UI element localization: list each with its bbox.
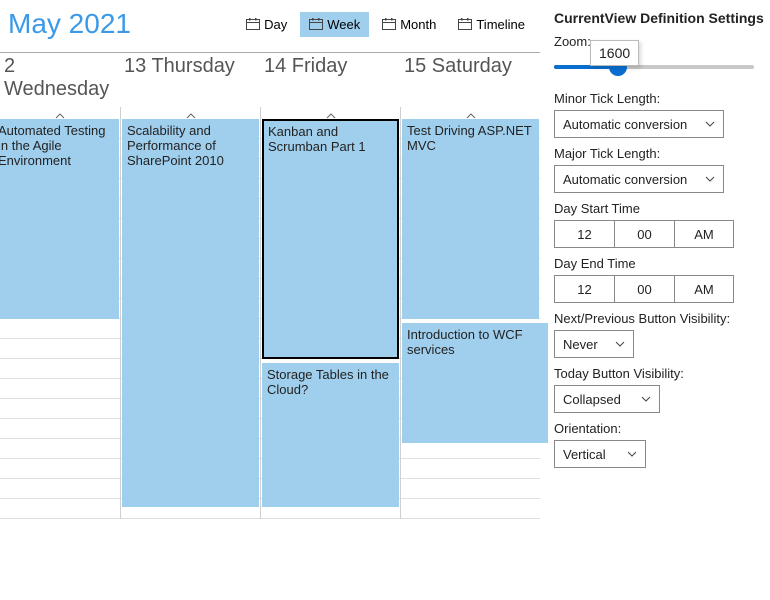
view-day-label: Day [264,17,287,32]
view-week-button[interactable]: Week [300,12,369,37]
calendar-event[interactable]: Test Driving ASP.NET MVC [402,119,539,319]
calendar-event-selected[interactable]: Kanban and Scrumban Part 1 [262,119,399,359]
today-visibility-label: Today Button Visibility: [554,366,770,381]
chevron-down-icon [641,396,651,402]
day-header[interactable]: 2 Wednesday [0,52,120,103]
calendar-icon [382,18,396,30]
calendar-header: May 2021 Day Week Month Timeline [0,0,540,48]
view-timeline-label: Timeline [476,17,525,32]
day-end-label: Day End Time [554,256,770,271]
day-start-label: Day Start Time [554,201,770,216]
chevron-down-icon [705,121,715,127]
nav-visibility-label: Next/Previous Button Visibility: [554,311,770,326]
calendar-icon [458,18,472,30]
calendar-pane: May 2021 Day Week Month Timeline [0,0,540,600]
dropdown-value: Collapsed [563,392,621,407]
ampm-field[interactable]: AM [674,220,734,248]
scroll-up-button[interactable] [260,107,400,119]
calendar-icon [309,18,323,30]
day-column[interactable]: Test Driving ASP.NET MVC Introduction to… [400,119,540,519]
major-tick-dropdown[interactable]: Automatic conversion [554,165,724,193]
calendar-event[interactable]: Scalability and Performance of SharePoin… [122,119,259,507]
day-headers-row: 2 Wednesday 13 Thursday 14 Friday 15 Sat… [0,48,540,103]
day-column[interactable]: Scalability and Performance of SharePoin… [120,119,260,519]
day-header[interactable]: 13 Thursday [120,52,260,80]
minute-field[interactable]: 00 [614,275,674,303]
dropdown-value: Never [563,337,598,352]
chevron-down-icon [615,341,625,347]
view-timeline-button[interactable]: Timeline [449,12,534,37]
app-root: May 2021 Day Week Month Timeline [0,0,770,600]
day-column[interactable]: Automated Testing in the Agile Environme… [0,119,120,519]
scroll-up-row [0,103,540,119]
scroll-up-button[interactable] [400,107,540,119]
chevron-down-icon [705,176,715,182]
orientation-dropdown[interactable]: Vertical [554,440,646,468]
zoom-slider[interactable] [554,53,754,83]
zoom-label: Zoom: [554,34,770,49]
day-header[interactable]: 14 Friday [260,52,400,80]
dropdown-value: Vertical [563,447,606,462]
view-month-button[interactable]: Month [373,12,445,37]
major-tick-label: Major Tick Length: [554,146,770,161]
calendar-icon [246,18,260,30]
calendar-title: May 2021 [8,8,131,40]
dropdown-value: Automatic conversion [563,172,687,187]
calendar-event[interactable]: Automated Testing in the Agile Environme… [0,119,119,319]
day-end-time-picker[interactable]: 12 00 AM [554,275,770,303]
today-visibility-dropdown[interactable]: Collapsed [554,385,660,413]
orientation-label: Orientation: [554,421,770,436]
dropdown-value: Automatic conversion [563,117,687,132]
calendar-event[interactable]: Introduction to WCF services [402,323,548,443]
ampm-field[interactable]: AM [674,275,734,303]
minor-tick-dropdown[interactable]: Automatic conversion [554,110,724,138]
day-header[interactable]: 15 Saturday [400,52,540,80]
hour-field[interactable]: 12 [554,275,614,303]
minute-field[interactable]: 00 [614,220,674,248]
view-switch: Day Week Month Timeline [237,12,534,37]
scroll-up-button[interactable] [120,107,260,119]
hour-field[interactable]: 12 [554,220,614,248]
view-day-button[interactable]: Day [237,12,296,37]
view-month-label: Month [400,17,436,32]
scroll-up-button[interactable] [0,107,120,119]
minor-tick-label: Minor Tick Length: [554,91,770,106]
view-week-label: Week [327,17,360,32]
calendar-grid[interactable]: Automated Testing in the Agile Environme… [0,119,540,519]
nav-visibility-dropdown[interactable]: Never [554,330,634,358]
settings-heading: CurrentView Definition Settings [554,10,770,26]
calendar-event[interactable]: Storage Tables in the Cloud? [262,363,399,507]
day-column[interactable]: Kanban and Scrumban Part 1 Storage Table… [260,119,400,519]
day-start-time-picker[interactable]: 12 00 AM [554,220,770,248]
settings-pane: CurrentView Definition Settings Zoom: Mi… [540,0,770,600]
zoom-tooltip: 1600 [590,40,639,66]
chevron-down-icon [627,451,637,457]
